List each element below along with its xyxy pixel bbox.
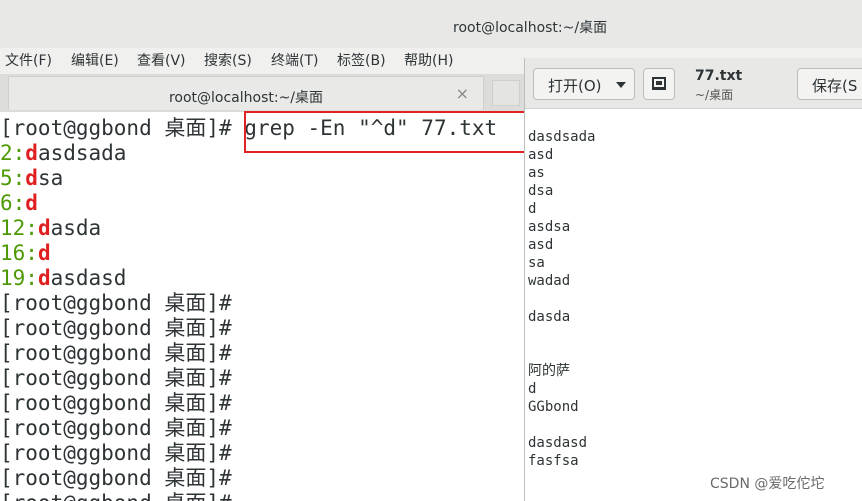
menu-edit[interactable]: 编辑(E) [71,50,119,70]
open-button[interactable]: 打开(O) [533,68,635,100]
match-highlight: d [37,216,51,240]
editor-headerbar: 打开(O) 77.txt ~/桌面 保存(S [525,58,862,109]
prompt-line: [root@ggbond 桌面]# [0,341,232,366]
prompt: [root@ggbond 桌面]# [0,341,232,365]
editor-line: 阿的萨 [528,363,570,379]
editor-line: dsa [528,183,554,199]
tab-bar: root@localhost:~/桌面 × [0,74,540,112]
editor-line: dasdasd [528,435,588,451]
close-icon[interactable]: × [456,84,469,103]
save-button[interactable]: 保存(S [797,68,862,100]
match-highlight: d [37,266,51,290]
menu-help[interactable]: 帮助(H) [404,50,453,70]
prompt: [root@ggbond 桌面]# [0,291,232,315]
editor-line: asd [528,237,554,253]
line-text: asdsada [37,141,127,165]
editor-line: d [528,201,537,217]
line-text: asda [50,216,102,240]
file-path: ~/桌面 [695,88,734,102]
editor-line: sa [528,255,545,271]
match-highlight: d [25,141,38,165]
prompt-line: [root@ggbond 桌面]# [0,416,232,441]
prompt: [root@ggbond 桌面]# [0,391,232,415]
menu-file[interactable]: 文件(F) [5,50,52,70]
new-document-icon [652,77,666,90]
grep-result-line: 5:dsa [0,166,63,191]
line-number: 2: [0,141,26,165]
prompt-line: [root@ggbond 桌面]# [0,441,232,466]
prompt: [root@ggbond 桌面]# [0,491,232,501]
watermark: CSDN @爱吃佗坨 [710,476,825,492]
editor-line: wadad [528,273,571,289]
new-tab-button[interactable] [492,80,520,106]
line-text: sa [37,166,64,190]
grep-result-line: 19:dasdasd [0,266,126,291]
line-text: asdasd [50,266,127,290]
prompt: [root@ggbond 桌面]# [0,366,232,390]
line-number: 16: [0,241,38,265]
prompt: [root@ggbond 桌面]# [0,466,232,490]
menu-tabs[interactable]: 标签(B) [337,50,386,70]
prompt-line: [root@ggbond 桌面]# [0,291,232,316]
match-highlight: d [25,191,38,215]
editor-line: as [528,165,545,181]
command-highlight-box [244,111,528,153]
line-number: 5: [0,166,26,190]
prompt-line: [root@ggbond 桌面]# [0,491,232,501]
prompt-line: [root@ggbond 桌面]# [0,391,232,416]
editor-line: dasda [528,309,571,325]
tab-terminal[interactable]: root@localhost:~/桌面 × [8,76,484,110]
window-title: root@localhost:~/桌面 [453,20,608,36]
prompt-line: [root@ggbond 桌面]# [0,466,232,491]
match-highlight: d [25,166,38,190]
editor-line: GGbond [528,399,579,415]
line-number: 6: [0,191,26,215]
prompt-line: [root@ggbond 桌面]# [0,366,232,391]
text-editor-window: 打开(O) 77.txt ~/桌面 保存(S dasdsada asd as dsa d… [524,58,862,501]
prompt-line: [root@ggbond 桌面]# [0,316,232,341]
save-button-label: 保存(S [812,77,858,95]
menu-view[interactable]: 查看(V) [137,50,186,70]
grep-result-line: 6:d [0,191,38,216]
prompt: [root@ggbond 桌面]# [0,116,232,140]
terminal-titlebar: root@localhost:~/桌面 [0,0,862,49]
editor-text-area[interactable]: dasdsada asd as dsa d asdsa asd sa wadad dasda 阿的萨… [528,128,595,470]
new-document-button[interactable] [643,68,675,100]
editor-line: asd [528,147,554,163]
editor-line: d [528,381,537,397]
editor-line: dasdsada [528,129,596,145]
prompt: [root@ggbond 桌面]# [0,416,232,440]
grep-result-line: 16:d [0,241,51,266]
tab-title: root@localhost:~/桌面 [168,90,324,106]
menu-terminal[interactable]: 终端(T) [271,50,318,70]
chevron-down-icon [616,82,626,88]
prompt: [root@ggbond 桌面]# [0,441,232,465]
grep-result-line: 12:dasda [0,216,101,241]
prompt: [root@ggbond 桌面]# [0,316,232,340]
line-number: 12: [0,216,38,240]
grep-result-line: 2:dasdsada [0,141,126,166]
open-button-label: 打开(O) [548,77,602,95]
line-number: 19: [0,266,38,290]
menu-search[interactable]: 搜索(S) [204,50,252,70]
match-highlight: d [37,241,51,265]
editor-line: asdsa [528,219,571,235]
terminal-output[interactable]: [root@ggbond 桌面]# grep -En "^d" 77.txt 2:… [0,112,540,501]
editor-line: fasfsa [528,453,579,469]
